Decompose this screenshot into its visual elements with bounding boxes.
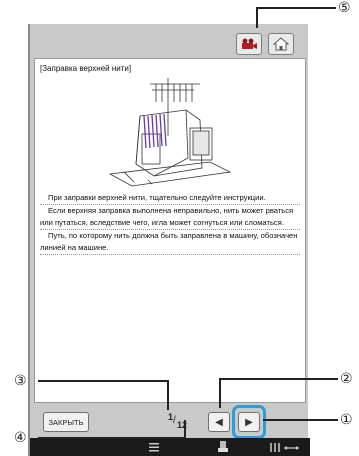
total-pages-number: 12 [177,420,188,430]
home-button[interactable] [268,33,294,55]
callout-4: ④ [14,430,27,446]
screen-header [30,24,310,62]
callout-1-leader [263,419,338,421]
paragraph-3: Путь, по которому нить должна быть запра… [40,230,300,255]
presser-foot-icon [218,441,228,452]
previous-page-button[interactable]: ◀ [208,412,230,432]
callout-3-leader-v [167,380,169,410]
callout-4-leader [38,437,185,439]
paragraph-1: При заправки верхней нити, тщательно сле… [40,192,300,205]
next-arrow-icon: ▶ [245,416,253,428]
callout-2: ② [340,371,353,387]
home-icon [273,37,289,51]
callout-5-leader-h [256,7,336,9]
next-page-button[interactable]: ▶ [238,412,260,432]
callout-5-leader [256,7,258,28]
paragraph-2-text: Если верхняя заправка выполнена неправил… [40,206,294,227]
list-icon [149,443,159,452]
panel-title: [Заправка верхней нити] [40,64,132,73]
callout-3-leader [38,380,168,382]
callout-2-leader-v [219,378,221,408]
machine-illustration [90,76,240,192]
callout-5: ⑤ [338,0,351,16]
paragraph-2: Если верхняя заправка выполнена неправил… [40,205,300,230]
callout-1: ① [340,412,353,428]
page-separator: / [173,415,176,426]
bottom-status-bar [30,438,310,456]
video-button[interactable] [236,33,262,55]
callout-2-leader [219,378,338,380]
screen-footer: ЗАКРЫТЬ 1 / 12 ◀ ▶ [30,405,310,456]
callout-4-leader-v [184,420,186,438]
video-camera-icon [242,38,257,49]
embroidery-machine-drawing [108,78,232,187]
thread-width-icon [270,443,299,452]
paragraph-1-text: При заправки верхней нити, тщательно сле… [48,193,266,202]
help-content-panel: [Заправка верхней нити] При заправки вер… [34,58,306,403]
paragraph-3-text: Путь, по которому нить должна быть запра… [40,231,298,252]
callout-3: ③ [14,373,27,389]
prev-arrow-icon: ◀ [215,416,223,428]
close-button[interactable]: ЗАКРЫТЬ [43,412,89,432]
